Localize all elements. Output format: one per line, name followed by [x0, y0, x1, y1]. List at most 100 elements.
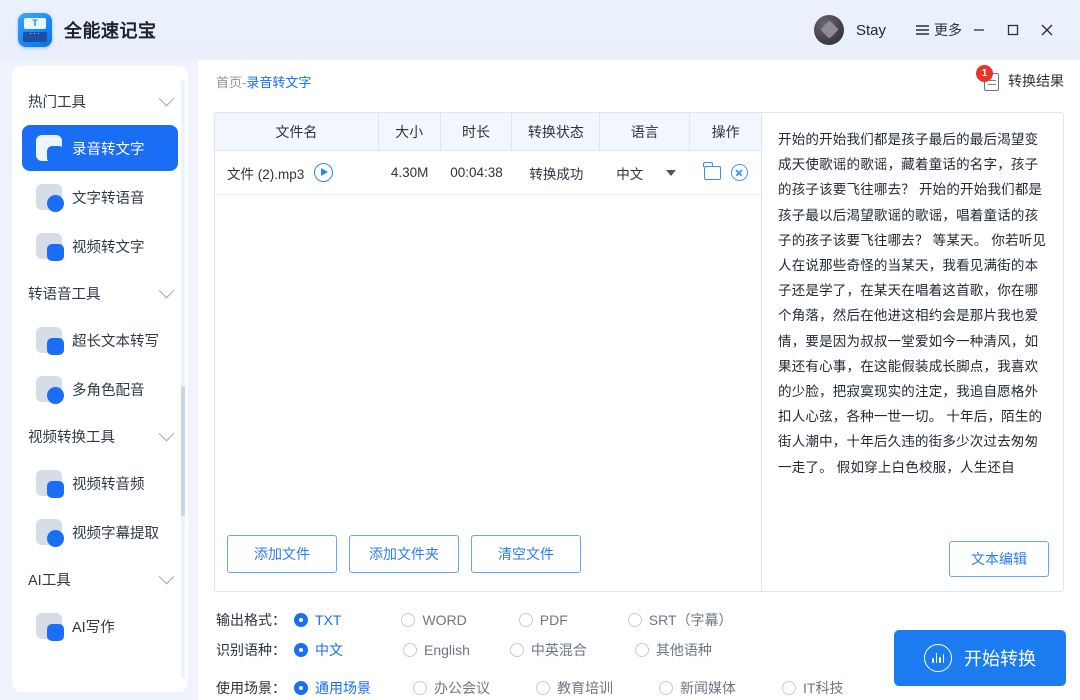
remove-file-icon[interactable] — [731, 164, 748, 181]
language-option-label: English — [424, 642, 470, 658]
cell-actions — [690, 151, 761, 194]
sidebar-scrollbar-thumb[interactable] — [181, 386, 185, 516]
app-title: 全能速记宝 — [64, 17, 157, 43]
title-bar: 全能速记宝 Stay 更多 — [0, 0, 1080, 60]
format-option-3[interactable]: SRT（字幕） — [628, 610, 733, 630]
avatar[interactable] — [814, 15, 844, 45]
recognition-language-label: 识别语种： — [216, 640, 294, 660]
scenario-option-4[interactable]: IT科技 — [782, 678, 843, 698]
language-option-2[interactable]: 中英混合 — [510, 640, 587, 660]
file-action-buttons: 添加文件 添加文件夹 清空文件 — [215, 517, 761, 591]
radio-icon[interactable] — [635, 643, 649, 657]
chevron-down-icon[interactable] — [159, 425, 175, 441]
sidebar-group-label: AI工具 — [28, 569, 71, 590]
text-to-speech-icon — [36, 184, 62, 210]
video-to-text-icon — [36, 233, 62, 259]
th-size: 大小 — [379, 113, 441, 150]
radio-icon[interactable] — [401, 613, 415, 627]
clear-files-button[interactable]: 清空文件 — [471, 535, 581, 573]
start-conversion-label: 开始转换 — [964, 645, 1036, 671]
scenario-option-3[interactable]: 新闻媒体 — [659, 678, 736, 698]
file-table: 文件名 大小 时长 转换状态 语言 操作 文件 (2).mp3 4.30M 00… — [215, 113, 762, 591]
play-icon[interactable] — [314, 163, 333, 182]
transcript-text[interactable]: 开始的开始我们都是孩子最后的最后渴望变成天使歌谣的歌谣，藏着童话的名字，孩子的孩… — [778, 127, 1049, 505]
sidebar-item-1-1[interactable]: 多角色配音 — [22, 366, 178, 412]
sidebar-group-3[interactable]: AI工具 — [12, 558, 188, 600]
hamburger-icon — [916, 25, 929, 35]
chevron-down-icon[interactable] — [159, 568, 175, 584]
radio-icon[interactable] — [659, 681, 673, 695]
radio-icon[interactable] — [294, 681, 308, 695]
add-file-button[interactable]: 添加文件 — [227, 535, 337, 573]
cell-language[interactable]: 中文 — [600, 151, 690, 194]
chevron-down-icon[interactable] — [159, 90, 175, 106]
scenario-option-0[interactable]: 通用场景 — [294, 678, 371, 698]
text-edit-button[interactable]: 文本编辑 — [949, 541, 1049, 577]
open-folder-icon[interactable] — [704, 166, 721, 180]
scenario-option-label: IT科技 — [803, 678, 843, 698]
radio-icon[interactable] — [413, 681, 427, 695]
language-option-0[interactable]: 中文 — [294, 640, 343, 660]
format-option-0[interactable]: TXT — [294, 612, 341, 628]
sidebar-group-label: 视频转换工具 — [28, 426, 115, 447]
radio-icon[interactable] — [403, 643, 417, 657]
start-conversion-button[interactable]: 开始转换 — [894, 630, 1066, 686]
language-option-label: 其他语种 — [656, 640, 712, 660]
format-option-2[interactable]: PDF — [519, 612, 568, 628]
sidebar-item-2-0[interactable]: 视频转音频 — [22, 460, 178, 506]
cell-filename: 文件 (2).mp3 — [215, 151, 379, 194]
language-option-label: 中英混合 — [531, 640, 587, 660]
close-button[interactable] — [1030, 13, 1064, 47]
breadcrumb-home[interactable]: 首页 — [216, 75, 242, 90]
table-header-row: 文件名 大小 时长 转换状态 语言 操作 — [215, 113, 761, 151]
conversion-results-button[interactable]: 1 转换结果 — [982, 70, 1064, 92]
language-option-label: 中文 — [315, 640, 343, 660]
th-actions: 操作 — [690, 113, 761, 150]
chevron-down-icon[interactable] — [666, 170, 676, 176]
radio-icon[interactable] — [536, 681, 550, 695]
mic-to-text-icon — [36, 135, 62, 161]
scenario-option-2[interactable]: 教育培训 — [536, 678, 613, 698]
radio-icon[interactable] — [628, 613, 642, 627]
language-value: 中文 — [616, 163, 643, 183]
sidebar-item-0-1[interactable]: 文字转语音 — [22, 174, 178, 220]
sidebar-item-2-1[interactable]: 视频字幕提取 — [22, 509, 178, 555]
language-option-3[interactable]: 其他语种 — [635, 640, 712, 660]
app-logo-icon — [18, 13, 52, 47]
radio-icon[interactable] — [294, 613, 308, 627]
long-text-icon — [36, 327, 62, 353]
sidebar-item-3-0[interactable]: AI写作 — [22, 603, 178, 649]
sidebar-group-label: 热门工具 — [28, 91, 86, 112]
sidebar-group-0[interactable]: 热门工具 — [12, 80, 188, 122]
sidebar-group-1[interactable]: 转语音工具 — [12, 272, 188, 314]
th-duration: 时长 — [441, 113, 513, 150]
sidebar-item-label: AI写作 — [72, 616, 115, 637]
format-option-1[interactable]: WORD — [401, 612, 466, 628]
scenario-option-1[interactable]: 办公会议 — [413, 678, 490, 698]
radio-icon[interactable] — [782, 681, 796, 695]
ai-writing-icon — [36, 613, 62, 639]
add-folder-button[interactable]: 添加文件夹 — [349, 535, 459, 573]
radio-icon[interactable] — [294, 643, 308, 657]
breadcrumb: 首页-录音转文字 — [216, 72, 311, 91]
sidebar-item-0-0[interactable]: 录音转文字 — [22, 125, 178, 171]
sidebar-item-label: 视频转音频 — [72, 473, 145, 494]
th-status: 转换状态 — [512, 113, 600, 150]
sidebar-item-label: 多角色配音 — [72, 379, 145, 400]
more-menu-button[interactable]: 更多 — [916, 20, 962, 40]
sidebar-group-2[interactable]: 视频转换工具 — [12, 415, 188, 457]
chevron-down-icon[interactable] — [159, 282, 175, 298]
sidebar-item-1-0[interactable]: 超长文本转写 — [22, 317, 178, 363]
language-option-1[interactable]: English — [403, 642, 470, 658]
radio-icon[interactable] — [510, 643, 524, 657]
filename-label: 文件 (2).mp3 — [227, 163, 304, 183]
output-format-label: 输出格式： — [216, 610, 294, 630]
breadcrumb-current[interactable]: 录音转文字 — [246, 75, 311, 90]
minimize-button[interactable] — [962, 13, 996, 47]
table-row[interactable]: 文件 (2).mp3 4.30M 00:04:38 转换成功 中文 — [215, 151, 761, 195]
maximize-button[interactable] — [996, 13, 1030, 47]
scenario-option-label: 新闻媒体 — [680, 678, 736, 698]
radio-icon[interactable] — [519, 613, 533, 627]
audio-wave-icon — [924, 644, 952, 672]
sidebar-item-0-2[interactable]: 视频转文字 — [22, 223, 178, 269]
